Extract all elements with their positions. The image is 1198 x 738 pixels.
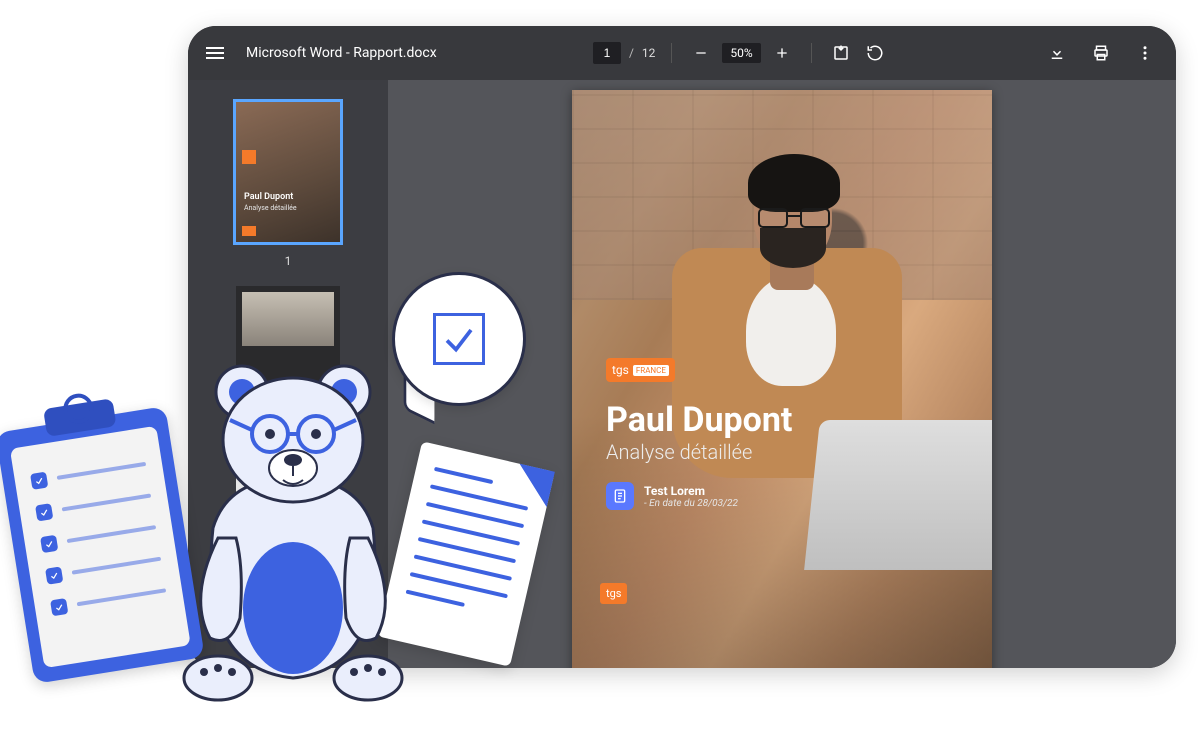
download-button[interactable] — [1044, 40, 1070, 66]
document-name: Test Lorem — [644, 484, 738, 498]
cover-subtitle: Analyse détaillée — [606, 440, 752, 464]
checkmark-icon — [433, 313, 485, 365]
toolbar-divider — [671, 43, 672, 63]
document-title: Microsoft Word - Rapport.docx — [246, 45, 437, 61]
rotate-button[interactable] — [862, 40, 888, 66]
zoom-out-button[interactable] — [688, 40, 714, 66]
brand-logo: tgs FRANCE — [606, 358, 675, 382]
document-date: - En date du 28/03/22 — [644, 498, 738, 509]
thumbnail-subtitle: Analyse détaillée — [244, 204, 297, 212]
print-button[interactable] — [1088, 40, 1114, 66]
speech-bubble — [392, 272, 526, 406]
document-icon — [606, 482, 634, 510]
bear-mascot — [158, 338, 428, 708]
toolbar-divider — [811, 43, 812, 63]
logo-text: tgs — [612, 363, 629, 377]
zoom-value[interactable]: 50% — [722, 43, 760, 63]
document-page-1: tgs FRANCE Paul Dupont Analyse détaillée… — [572, 90, 992, 668]
logo-subtext: FRANCE — [633, 365, 669, 376]
cover-title: Paul Dupont — [606, 400, 792, 440]
zoom-in-button[interactable] — [769, 40, 795, 66]
total-pages: 12 — [642, 46, 656, 60]
thumbnail-title: Paul Dupont — [244, 192, 293, 202]
cover-photo-laptop — [792, 420, 992, 570]
viewer-toolbar: Microsoft Word - Rapport.docx / 12 50% — [188, 26, 1176, 80]
document-info-badge: Test Lorem - En date du 28/03/22 — [606, 482, 738, 510]
more-options-button[interactable] — [1132, 40, 1158, 66]
fit-page-button[interactable] — [828, 40, 854, 66]
page-separator: / — [629, 46, 634, 60]
thumbnail-number: 1 — [285, 254, 292, 268]
current-page-input[interactable] — [593, 42, 621, 64]
menu-icon[interactable] — [206, 47, 224, 59]
thumbnail-page-1[interactable]: Paul Dupont Analyse détaillée — [236, 102, 340, 242]
footer-logo: tgs — [600, 583, 627, 604]
